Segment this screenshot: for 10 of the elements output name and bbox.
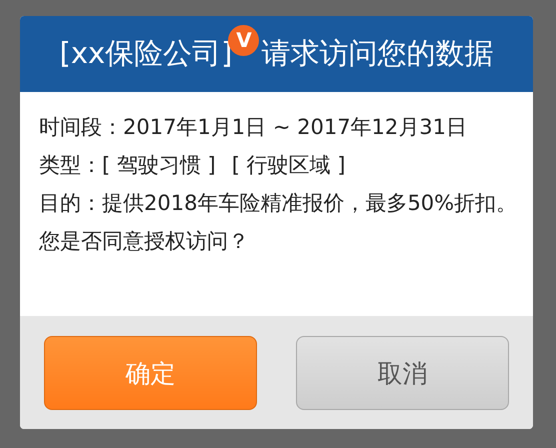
field-label: 类型：	[39, 152, 102, 179]
field-label: 目的：	[39, 190, 102, 217]
field-value: 2017年1月1日 ~ 2017年12月31日	[123, 114, 468, 141]
field-value: 提供2018年车险精准报价，最多50%折扣。	[102, 190, 518, 217]
cancel-button[interactable]: 取消	[296, 336, 509, 410]
data-type-tag: [ 驾驶习惯 ]	[102, 146, 216, 184]
data-type-tag: [ 行驶区域 ]	[232, 146, 346, 184]
field-label: 时间段：	[39, 114, 123, 141]
consent-question: 您是否同意授权访问？	[39, 228, 250, 255]
dialog-title: 请求访问您的数据	[261, 35, 494, 72]
